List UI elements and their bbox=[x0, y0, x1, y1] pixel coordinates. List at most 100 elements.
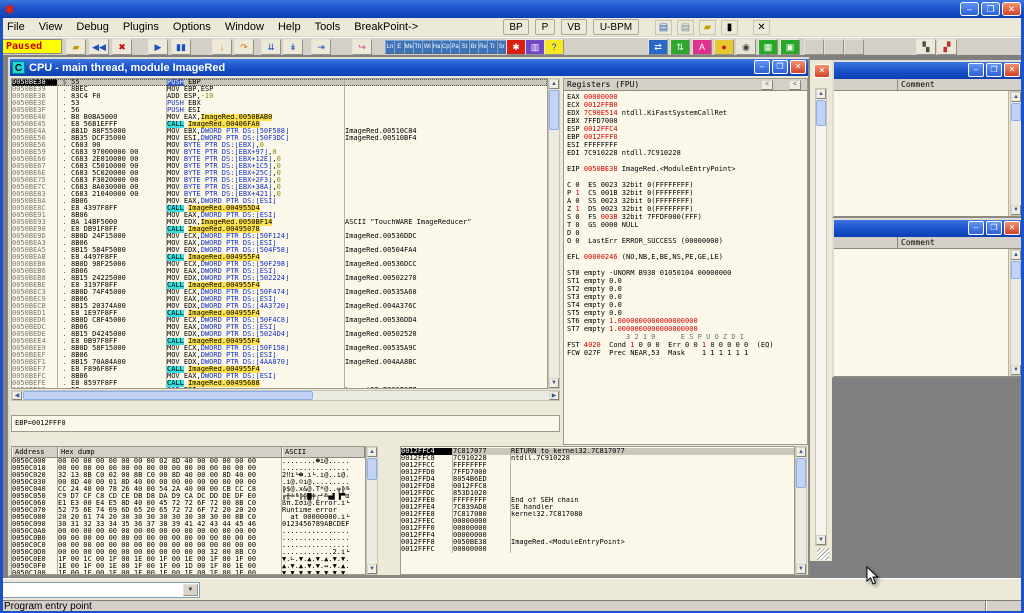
animate-over-icon[interactable]: ↡ bbox=[283, 39, 303, 55]
disasm-row[interactable]: 0050BE98.E8 DB91F8FFCALL ImageRed.004950… bbox=[12, 226, 547, 233]
console-icon[interactable]: ▮ bbox=[721, 20, 738, 35]
scroll-up-button[interactable]: ▲ bbox=[816, 89, 826, 99]
toolbar-blank-button[interactable] bbox=[804, 39, 824, 55]
disasm-row[interactable]: 0050BF03.5EPOP ESIkernel32.7C817077 bbox=[12, 387, 547, 389]
scroll-down-button[interactable]: ▼ bbox=[1011, 365, 1021, 375]
scroll-down-button[interactable]: ▼ bbox=[796, 564, 806, 574]
cascade-windows-icon[interactable]: ▞ bbox=[937, 39, 957, 55]
menu-item-help[interactable]: Help bbox=[271, 19, 308, 35]
refresh-icon[interactable]: ⇄ bbox=[648, 39, 668, 55]
appearance-icon[interactable]: ▥ bbox=[525, 39, 545, 55]
menu-item-window[interactable]: Window bbox=[218, 19, 271, 35]
menu-button-p[interactable]: P bbox=[535, 19, 555, 35]
screen-icon[interactable]: ▣ bbox=[780, 39, 800, 55]
disasm-row[interactable]: 0050BEAB.E8 4497F8FFCALL ImageRed.004955… bbox=[12, 254, 547, 261]
disasm-row[interactable]: 0050BE6E.C683 5C020000 00MOV BYTE PTR DS… bbox=[12, 170, 547, 177]
disasm-row[interactable]: 0050BE9D.8B0D 24F15000MOV ECX,DWORD PTR … bbox=[12, 233, 547, 240]
animate-into-icon[interactable]: ⇊ bbox=[261, 39, 281, 55]
register-row[interactable]: P 1 CS 001B 32bit 0(FFFFFFFF) bbox=[564, 189, 807, 197]
notes-icon[interactable]: ▤ bbox=[677, 20, 694, 35]
dump-header-hex[interactable]: Hex dump bbox=[58, 447, 282, 457]
menu-button-bp[interactable]: BP bbox=[503, 19, 529, 35]
disasm-row[interactable]: 0050BE60.C683 2E010000 00MOV BYTE PTR DS… bbox=[12, 156, 547, 163]
scroll-right-button[interactable]: ▶ bbox=[549, 391, 559, 400]
disasm-row[interactable]: 0050BE7C.C683 8A030000 00MOV BYTE PTR DS… bbox=[12, 184, 547, 191]
scroll-down-button[interactable]: ▼ bbox=[816, 535, 826, 545]
folder-icon[interactable]: ▰ bbox=[699, 20, 716, 35]
menu-item-file[interactable]: File bbox=[0, 19, 32, 35]
register-row[interactable]: O 0 LastErr ERROR_SUCCESS (00000000) bbox=[564, 237, 807, 245]
disasm-row[interactable]: 0050BE67.C683 C5010000 00MOV BYTE PTR DS… bbox=[12, 163, 547, 170]
dump-header-ascii[interactable]: ASCII bbox=[282, 447, 365, 457]
disasm-row[interactable]: 0050BE38$55PUSH EBP bbox=[12, 79, 547, 86]
register-row[interactable]: A 0 SS 0023 32bit 0(FFFFFFFF) bbox=[564, 197, 807, 205]
menu-item-tools[interactable]: Tools bbox=[308, 19, 348, 35]
menu-item-view[interactable]: View bbox=[32, 19, 70, 35]
disasm-row[interactable]: 0050BE3E.53PUSH EBX bbox=[12, 100, 547, 107]
disasm-row[interactable]: 0050BEC3.8B0D 74F45000MOV ECX,DWORD PTR … bbox=[12, 289, 547, 296]
register-row[interactable]: EDI 7C910228 ntdll.7C910228 bbox=[564, 149, 807, 157]
disassembly-pane[interactable]: 0050BE38$55PUSH EBP0050BE39.8BECMOV EBP,… bbox=[11, 78, 548, 389]
scroll-thumb[interactable] bbox=[367, 458, 377, 480]
register-row[interactable]: ECX 0012FFB0 bbox=[564, 101, 807, 109]
help-icon[interactable]: ? bbox=[544, 39, 564, 55]
sort-icon[interactable]: ⇅ bbox=[670, 39, 690, 55]
registers-pane[interactable]: Registers (FPU) < < EAX 00000000ECX 0012… bbox=[563, 78, 808, 445]
disassembly-hscrollbar[interactable]: ◀ ▶ bbox=[11, 390, 560, 401]
scroll-down-button[interactable]: ▼ bbox=[1011, 205, 1021, 215]
scroll-down-button[interactable]: ▼ bbox=[367, 564, 377, 574]
register-row[interactable]: ST6 empty 1.0000000000000000000 bbox=[564, 317, 807, 325]
disasm-row[interactable]: 0050BE93.BA 14BF5000MOV EDX,ImageRed.005… bbox=[12, 219, 547, 226]
minimize-button[interactable]: – bbox=[754, 60, 770, 74]
register-row[interactable]: FST 4020 Cond 1 0 0 0 Err 0 0 1 0 0 0 0 … bbox=[564, 341, 807, 349]
register-row[interactable]: ESP 0012FFC4 bbox=[564, 125, 807, 133]
disasm-row[interactable]: 0050BEB6.8B06MOV EAX,DWORD PTR DS:[ESI] bbox=[12, 268, 547, 275]
column-header-blank[interactable] bbox=[834, 237, 898, 248]
register-row[interactable]: FCW 027F Prec NEAR,53 Mask 1 1 1 1 1 1 bbox=[564, 349, 807, 357]
register-row[interactable]: EBP 0012FFF0 bbox=[564, 133, 807, 141]
disasm-row[interactable]: 0050BEE4.E8 0B97F8FFCALL ImageRed.004955… bbox=[12, 338, 547, 345]
disasm-row[interactable]: 0050BE91.8B06MOV EAX,DWORD PTR DS:[ESI] bbox=[12, 212, 547, 219]
scroll-left-button[interactable]: ◀ bbox=[12, 391, 22, 400]
scroll-thumb[interactable] bbox=[23, 391, 313, 400]
disasm-row[interactable]: 0050BED1.E8 1E97F8FFCALL ImageRed.004955… bbox=[12, 310, 547, 317]
maximize-button[interactable]: ❐ bbox=[986, 63, 1002, 77]
register-row[interactable] bbox=[564, 157, 807, 165]
disasm-row[interactable]: 0050BE83.C683 21040000 00MOV BYTE PTR DS… bbox=[12, 191, 547, 198]
disasm-row[interactable]: 0050BE8C.E8 4397F8FFCALL ImageRed.004955… bbox=[12, 205, 547, 212]
scroll-thumb[interactable] bbox=[816, 100, 826, 126]
stack-row[interactable]: 0012FFFC00000000 bbox=[401, 546, 794, 553]
register-row[interactable]: EDX 7C90E514 ntdll.KiFastSystemCallRet bbox=[564, 109, 807, 117]
close-button[interactable]: ✕ bbox=[1002, 2, 1021, 16]
scroll-thumb[interactable] bbox=[549, 90, 559, 130]
run-icon[interactable]: ▶ bbox=[148, 39, 168, 55]
step-over-icon[interactable]: ↷ bbox=[234, 39, 254, 55]
resize-grip[interactable] bbox=[817, 548, 829, 560]
disasm-row[interactable]: 0050BEA3.8B06MOV EAX,DWORD PTR DS:[ESI] bbox=[12, 240, 547, 247]
disasm-row[interactable]: 0050BEDE.8B15 D4245000MOV EDX,DWORD PTR … bbox=[12, 331, 547, 338]
disasm-row[interactable]: 0050BEE9.8B0D 58F15000MOV ECX,DWORD PTR … bbox=[12, 345, 547, 352]
disasm-row[interactable]: 0050BEF7.E8 F896F8FFCALL ImageRed.004955… bbox=[12, 366, 547, 373]
log-window-icon[interactable]: ▤ bbox=[655, 20, 672, 35]
column-header-blank[interactable] bbox=[834, 79, 898, 90]
disasm-row[interactable]: 0050BEB8.8B15 24225000MOV EDX,DWORD PTR … bbox=[12, 275, 547, 282]
scroll-down-button[interactable]: ▼ bbox=[549, 378, 559, 388]
register-row[interactable]: EFL 00000246 (NO,NB,E,BE,NS,PE,GE,LE) bbox=[564, 253, 807, 261]
disasm-row[interactable]: 0050BEF1.8B15 70A84A00MOV EDX,DWORD PTR … bbox=[12, 359, 547, 366]
dump-header-address[interactable]: Address bbox=[12, 447, 58, 457]
close-program-icon[interactable]: ✖ bbox=[112, 39, 132, 55]
register-row[interactable]: T 0 GS 0000 NULL bbox=[564, 221, 807, 229]
command-dropdown-button[interactable]: ▼ bbox=[183, 584, 198, 596]
maximize-button[interactable]: ❐ bbox=[772, 60, 788, 74]
disasm-row[interactable]: 0050BE39.8BECMOV EBP,ESP bbox=[12, 86, 547, 93]
close-button[interactable]: ✕ bbox=[790, 60, 806, 74]
disasm-row[interactable]: 0050BE45.E8 56B1EFFFCALL ImageRed.00406F… bbox=[12, 121, 547, 128]
disasm-row[interactable]: 0050BE4A.8B1D 88F55000MOV EBX,DWORD PTR … bbox=[12, 128, 547, 135]
register-row[interactable] bbox=[564, 261, 807, 269]
disasm-row[interactable]: 0050BE75.C683 F3020000 00MOV BYTE PTR DS… bbox=[12, 177, 547, 184]
menu-item-debug[interactable]: Debug bbox=[69, 19, 115, 35]
options-icon[interactable]: ✱ bbox=[506, 39, 526, 55]
registers-next-button[interactable]: < bbox=[789, 80, 801, 90]
cpu-window-titlebar[interactable]: C CPU - main thread, module ImageRed – ❐… bbox=[10, 59, 808, 76]
register-row[interactable]: Z 1 DS 0023 32bit 0(FFFFFFFF) bbox=[564, 205, 807, 213]
